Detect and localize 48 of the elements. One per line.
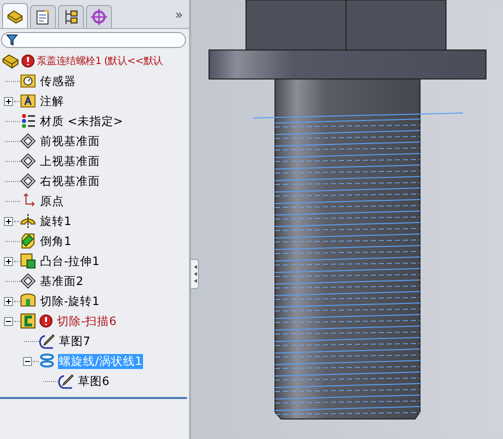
collapse-handle[interactable] — [191, 259, 199, 289]
tree-item[interactable]: 切除-旋转1 — [39, 294, 100, 308]
tree-item[interactable]: 上视基准面 — [39, 154, 101, 168]
tree-item[interactable]: 切除-扫描6 — [56, 314, 118, 328]
tree-item[interactable]: 前视基准面 — [39, 134, 101, 148]
plane-icon — [20, 133, 36, 149]
expand-toggle[interactable] — [23, 356, 32, 366]
part-icon — [2, 53, 20, 69]
configuration-manager-tab[interactable] — [58, 5, 84, 28]
tree-item[interactable]: 凸台-拉伸1 — [39, 254, 100, 268]
tree-item[interactable]: 草图6 — [77, 374, 110, 388]
tree-item[interactable]: 材质 <未指定> — [39, 114, 124, 128]
expand-toggle[interactable] — [4, 216, 13, 226]
feature-manager-tab[interactable] — [2, 3, 28, 28]
sketch-icon — [58, 373, 74, 389]
filter-icon — [6, 34, 18, 46]
plane-icon — [20, 273, 36, 289]
tree-item[interactable]: 原点 — [39, 194, 65, 208]
expand-toggle[interactable] — [4, 316, 13, 326]
revolve-icon — [20, 213, 36, 229]
tree-item[interactable]: 右视基准面 — [39, 174, 101, 188]
more-chevron[interactable]: » — [175, 8, 183, 23]
plane-icon — [20, 173, 36, 189]
plane-icon — [20, 153, 36, 169]
expand-toggle[interactable] — [4, 96, 13, 106]
tree-item[interactable]: 注解 — [39, 94, 65, 108]
chamfer-icon — [20, 233, 36, 249]
tree-item[interactable]: 草图7 — [58, 334, 92, 348]
cut-sweep-icon — [20, 313, 36, 329]
letter-folder-icon — [20, 93, 36, 109]
property-manager-tab[interactable] — [30, 5, 56, 28]
dim-xpert-tab[interactable] — [86, 5, 112, 28]
expand-toggle[interactable] — [4, 296, 13, 306]
cut-revolve-icon — [20, 293, 36, 309]
tree-item[interactable]: 传感器 — [39, 74, 77, 88]
gauge-folder-icon — [20, 73, 36, 89]
extrude-icon — [20, 253, 36, 269]
material-icon — [20, 113, 36, 129]
helix-icon — [39, 353, 55, 369]
document-icon — [34, 8, 52, 26]
tree-item[interactable]: 旋转1 — [39, 214, 72, 228]
tree-item[interactable]: 泵盖连结螺栓1 (默认<<默认 — [36, 54, 164, 68]
sketch-icon — [39, 333, 55, 349]
tree-item[interactable]: 倒角1 — [39, 234, 72, 248]
filter-field[interactable] — [1, 32, 186, 48]
expand-toggle[interactable] — [4, 256, 13, 266]
tree-item[interactable]: 基准面2 — [39, 274, 84, 288]
crosshair-icon — [90, 8, 108, 26]
